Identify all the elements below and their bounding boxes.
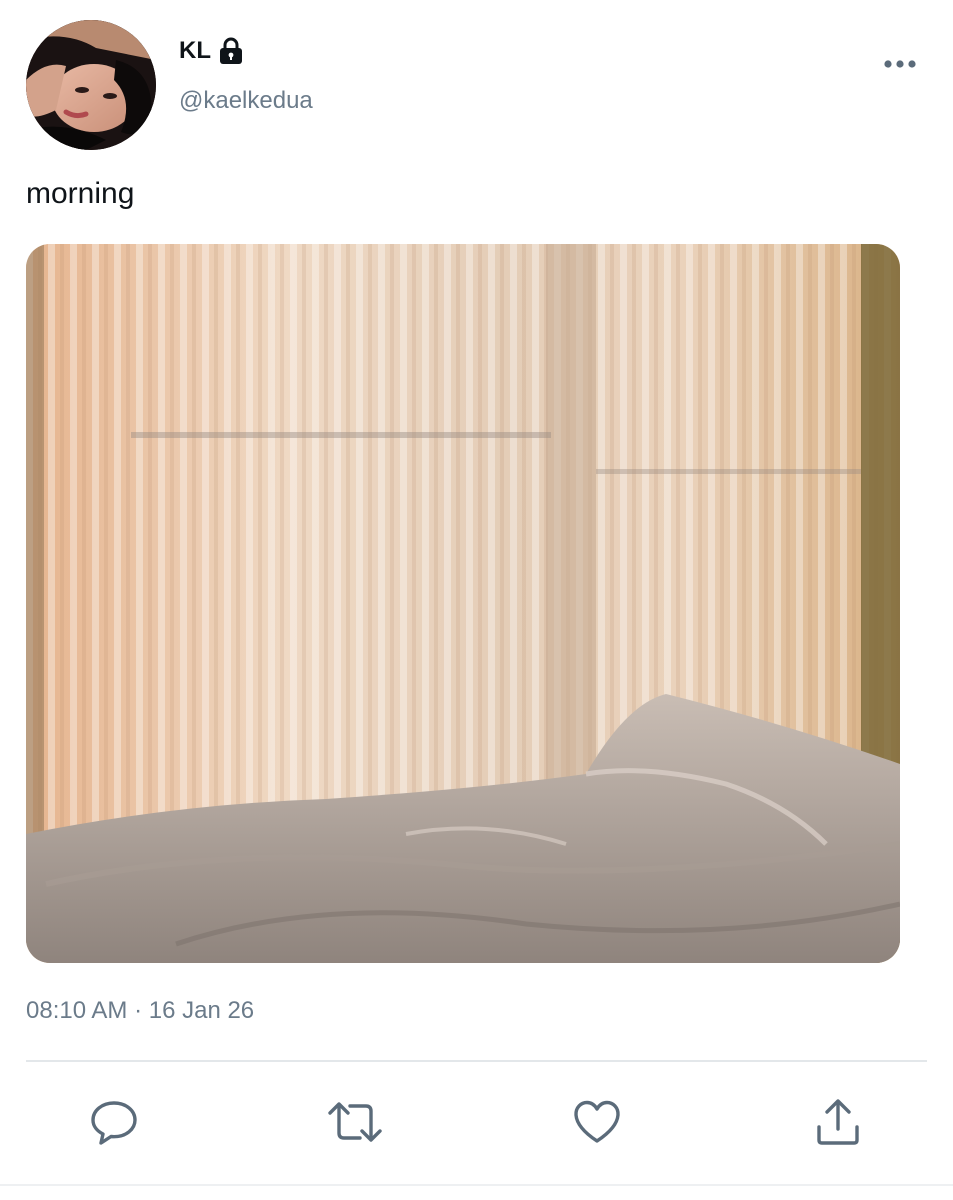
tweet-text: morning <box>26 177 135 210</box>
share-icon <box>814 1097 862 1152</box>
tweet-actions-bar <box>0 1094 953 1154</box>
avatar[interactable] <box>26 20 156 150</box>
heart-icon <box>572 1098 622 1151</box>
tweet-timestamp[interactable]: 08:10 AM · 16 Jan 26 <box>26 996 254 1026</box>
share-button[interactable] <box>808 1094 868 1154</box>
author-display-name[interactable]: KL <box>179 36 211 66</box>
author-name-row[interactable]: KL <box>179 36 245 66</box>
tweet-photo[interactable] <box>26 244 900 963</box>
tweet-detail: KL @kaelkedua morning 08:10 AM · 16 Jan … <box>0 0 953 1200</box>
lock-icon <box>217 36 245 66</box>
retweet-button[interactable] <box>325 1094 385 1154</box>
author-handle[interactable]: @kaelkedua <box>179 86 313 116</box>
photo-bedroom-curtains <box>26 244 900 963</box>
reply-icon <box>89 1097 139 1152</box>
divider <box>26 1060 927 1062</box>
retweet-icon <box>326 1097 384 1152</box>
bottom-divider <box>0 1184 953 1186</box>
avatar-image <box>26 20 156 150</box>
reply-button[interactable] <box>84 1094 144 1154</box>
like-button[interactable] <box>567 1094 627 1154</box>
more-horizontal-icon[interactable] <box>880 52 920 76</box>
